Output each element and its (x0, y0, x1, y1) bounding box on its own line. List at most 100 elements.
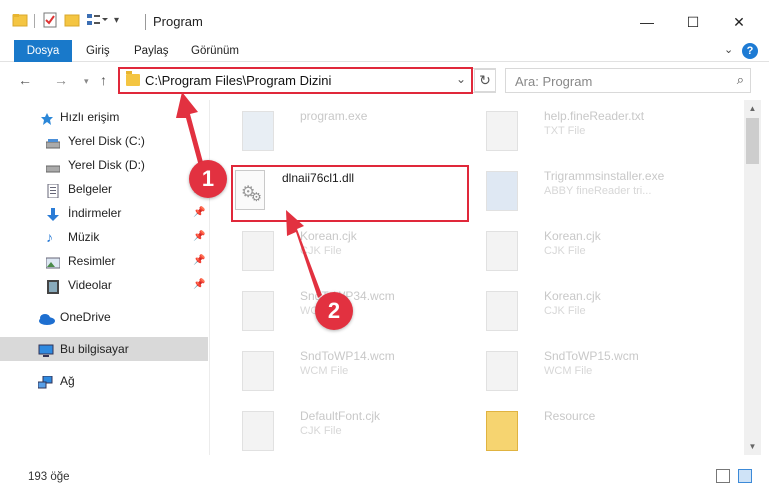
sidebar-item-network[interactable]: Ağ (0, 369, 208, 393)
scroll-down-icon[interactable]: ▼ (744, 438, 761, 455)
help-icon[interactable]: ? (742, 43, 758, 59)
file-name: SndToWP14.wcm (300, 349, 395, 363)
file-name: Korean.cjk (544, 289, 601, 303)
tab-share[interactable]: Paylaş (134, 40, 169, 62)
file-type: CJK File (300, 245, 342, 257)
back-icon[interactable]: ← (18, 72, 32, 88)
file-icon (242, 291, 274, 331)
list-item[interactable]: Korean.cjk CJK File (232, 225, 472, 275)
tab-file[interactable]: Dosya (14, 40, 72, 62)
expand-ribbon-icon[interactable]: ⌄ (724, 43, 733, 56)
file-name: program.exe (300, 109, 368, 123)
file-type: CJK File (544, 305, 586, 317)
file-name: DefaultFont.cjk (300, 409, 381, 423)
address-bar[interactable]: C:\Program Files\Program Dizini (118, 67, 473, 94)
title-divider (145, 14, 146, 30)
music-icon: ♪ (46, 229, 53, 245)
file-icon (242, 351, 274, 391)
pin-icon[interactable]: 📌 (193, 249, 205, 273)
star-icon (40, 110, 54, 125)
sidebar-item-label: Müzik (68, 230, 100, 244)
file-name: Korean.cjk (544, 229, 601, 243)
item-count: 193 öğe (28, 471, 70, 483)
list-item[interactable]: Resource (476, 405, 716, 455)
new-folder-icon[interactable] (64, 12, 80, 30)
pin-icon[interactable]: 📌 (193, 273, 205, 297)
list-item[interactable]: Trigrammsinstaller.exe ABBY fineReader t… (476, 165, 716, 215)
details-view-icon[interactable] (716, 469, 730, 483)
search-icon[interactable]: ⌕ (737, 72, 744, 88)
up-icon[interactable]: ↑ (100, 72, 107, 88)
search-placeholder: Ara: Program (515, 74, 593, 89)
file-type: CJK File (300, 425, 342, 437)
file-name: Resource (544, 409, 596, 423)
customize-toolbar-icon[interactable]: ▾ (114, 15, 119, 33)
chevron-down-icon[interactable]: ⌄ (456, 72, 466, 86)
sidebar-item-this-pc[interactable]: Bu bilgisayar (0, 337, 208, 361)
file-icon (242, 231, 274, 271)
list-item[interactable]: program.exe (232, 105, 472, 155)
sidebar-item-documents[interactable]: Belgeler 📌 (0, 177, 208, 201)
divider (34, 14, 35, 28)
drive-icon (45, 134, 61, 149)
tab-home[interactable]: Giriş (86, 40, 110, 62)
forward-icon[interactable]: → (54, 72, 68, 88)
pin-icon[interactable]: 📌 (193, 225, 205, 249)
sidebar-item-label: OneDrive (60, 310, 111, 324)
sidebar-item-disk-c[interactable]: Yerel Disk (C:) (0, 129, 208, 153)
sidebar-item-videos[interactable]: Videolar 📌 (0, 273, 208, 297)
vertical-scrollbar[interactable]: ▲ ▼ (744, 100, 761, 455)
list-item[interactable]: SndToWP14.wcm WCM File (232, 345, 472, 395)
sidebar-item-label: Ağ (60, 374, 75, 388)
close-button[interactable]: ✕ (716, 8, 762, 36)
file-icon (486, 351, 518, 391)
minimize-button[interactable]: — (624, 8, 670, 36)
scroll-thumb[interactable] (746, 118, 759, 164)
sidebar-item-disk-d[interactable]: Yerel Disk (D:) (0, 153, 208, 177)
list-item[interactable]: SndToWP15.wcm WCM File (476, 345, 716, 395)
callout-1: 1 (189, 160, 227, 198)
list-item[interactable]: help.fineReader.txt TXT File (476, 105, 716, 155)
file-type: WCM File (300, 365, 349, 377)
list-item[interactable]: Korean.cjk CJK File (476, 225, 716, 275)
address-path[interactable]: C:\Program Files\Program Dizini (145, 73, 331, 88)
network-icon (37, 374, 53, 389)
pictures-icon (45, 254, 61, 269)
sidebar-item-label: Resimler (68, 254, 116, 268)
scroll-up-icon[interactable]: ▲ (744, 100, 761, 117)
callout-2: 2 (315, 292, 353, 330)
file-icon (486, 291, 518, 331)
sidebar-item-label: Bu bilgisayar (60, 342, 129, 356)
documents-icon (46, 182, 60, 199)
window-title: Program (153, 14, 203, 29)
sidebar-item-downloads[interactable]: İndirmeler 📌 (0, 201, 208, 225)
tab-view[interactable]: Görünüm (191, 40, 239, 62)
refresh-button[interactable]: ↻ (474, 69, 496, 92)
folder-icon (126, 71, 140, 86)
highlight-box (231, 165, 469, 222)
download-icon (46, 206, 60, 221)
pin-icon[interactable]: 📌 (193, 201, 205, 225)
installer-icon (486, 171, 518, 211)
maximize-button[interactable]: ☐ (670, 8, 716, 36)
search-input[interactable]: Ara: Program ⌕ (505, 68, 751, 93)
file-name: Korean.cjk (300, 229, 357, 243)
file-type: ABBY fineReader tri... (544, 185, 652, 197)
view-options-icon[interactable] (86, 12, 108, 30)
sidebar-item-label: Videolar (68, 278, 112, 292)
sidebar-item-quick-access[interactable]: Hızlı erişim (0, 105, 208, 129)
list-item[interactable]: Korean.cjk CJK File (476, 285, 716, 335)
properties-icon[interactable] (42, 12, 58, 30)
sidebar-item-label: Yerel Disk (D:) (68, 158, 145, 172)
sidebar-item-label: Hızlı erişim (60, 110, 120, 124)
large-icons-view-icon[interactable] (738, 469, 752, 483)
sidebar-item-onedrive[interactable]: OneDrive (0, 305, 208, 329)
recent-locations-icon[interactable]: ▾ (84, 76, 89, 87)
status-bar: 193 öğe (0, 455, 769, 503)
videos-icon (46, 278, 60, 294)
file-name: Trigrammsinstaller.exe (544, 169, 665, 183)
sidebar-item-music[interactable]: ♪ Müzik 📌 (0, 225, 208, 249)
list-item[interactable]: DefaultFont.cjk CJK File (232, 405, 472, 455)
sidebar-item-pictures[interactable]: Resimler 📌 (0, 249, 208, 273)
drive-icon (45, 158, 61, 173)
